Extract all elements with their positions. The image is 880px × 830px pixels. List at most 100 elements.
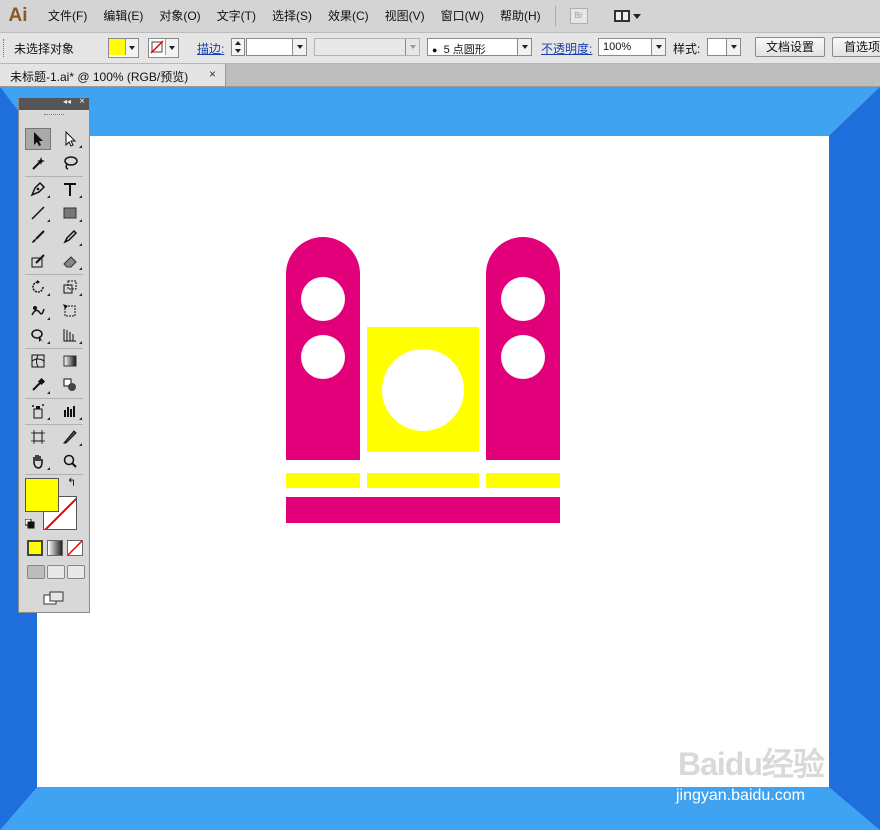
menu-object[interactable]: 对象(O) — [151, 0, 208, 32]
document-setup-button[interactable]: 文档设置 — [755, 37, 825, 57]
gradient-tool-icon[interactable] — [57, 350, 83, 372]
slice-tool-icon[interactable] — [57, 426, 83, 448]
color-mode-button[interactable] — [27, 540, 43, 556]
screen-mode-icon[interactable] — [43, 590, 65, 606]
tools-panel: ◂◂ × ↰ — [18, 96, 90, 613]
menu-effect[interactable]: 效果(C) — [320, 0, 377, 32]
fill-color-swatch[interactable] — [25, 478, 59, 512]
default-fill-stroke-icon[interactable] — [24, 518, 35, 529]
stroke-color-dropdown[interactable] — [148, 38, 179, 58]
menu-select[interactable]: 选择(S) — [264, 0, 320, 32]
chevron-down-icon — [726, 39, 740, 55]
menu-help[interactable]: 帮助(H) — [492, 0, 549, 32]
selection-tool-icon[interactable] — [25, 128, 51, 150]
stroke-weight-stepper[interactable] — [231, 38, 245, 56]
chevron-down-icon — [126, 39, 138, 57]
eraser-tool-icon[interactable] — [57, 250, 83, 272]
close-icon[interactable]: × — [79, 96, 85, 107]
lasso-tool-icon[interactable] — [57, 152, 83, 174]
panel-grip-icon[interactable] — [44, 114, 64, 123]
blend-tool-icon[interactable] — [57, 374, 83, 396]
artboard-tool-icon[interactable] — [25, 426, 51, 448]
column-graph-tool-icon[interactable] — [57, 400, 83, 422]
draw-behind-icon[interactable] — [47, 565, 65, 579]
watermark-url: jingyan.baidu.com — [676, 787, 805, 804]
gradient-mode-button[interactable] — [47, 540, 63, 556]
watermark: Baidu经验 jingyan.baidu.com — [674, 737, 854, 817]
rotate-tool-icon[interactable] — [25, 276, 51, 298]
menu-edit[interactable]: 编辑(E) — [95, 0, 151, 32]
style-label: 样式: — [673, 42, 701, 56]
blob-brush-tool-icon[interactable] — [25, 250, 51, 272]
bridge-button[interactable]: Br — [569, 8, 588, 24]
mesh-tool-icon[interactable] — [25, 350, 51, 372]
chevron-down-icon — [651, 39, 665, 55]
canvas-workspace[interactable]: Baidu经验 jingyan.baidu.com — [0, 87, 880, 830]
app-logo: Ai — [8, 5, 28, 26]
pen-tool-icon[interactable] — [25, 178, 51, 200]
document-tab[interactable]: 未标题-1.ai* @ 100% (RGB/预览) × — [0, 64, 226, 86]
variable-width-profile — [314, 38, 420, 56]
collapse-icon[interactable]: ◂◂ — [63, 97, 71, 106]
control-bar: 未选择对象 描边: ● 5 点圆形 不透明度: 100% 样式: 文档设置 首选… — [0, 33, 880, 64]
eyedropper-tool-icon[interactable] — [25, 374, 51, 396]
stroke-weight-field[interactable] — [246, 38, 307, 56]
watermark-logo: Baidu经验 — [678, 746, 825, 782]
chevron-down-icon — [292, 39, 306, 55]
speaker-artwork[interactable] — [37, 136, 829, 787]
right-speaker — [486, 237, 560, 460]
hand-tool-icon[interactable] — [25, 450, 51, 472]
opacity-label[interactable]: 不透明度: — [541, 40, 592, 57]
tools-panel-header[interactable]: ◂◂ × — [19, 96, 89, 110]
free-transform-tool-icon[interactable] — [57, 300, 83, 322]
chevron-down-icon — [632, 13, 641, 19]
menu-view[interactable]: 视图(V) — [377, 0, 433, 32]
magic-wand-tool-icon[interactable] — [25, 152, 51, 174]
perspective-grid-tool-icon[interactable] — [57, 324, 83, 346]
rectangle-tool-icon[interactable] — [57, 202, 83, 224]
stroke-label[interactable]: 描边: — [197, 40, 224, 57]
zoom-tool-icon[interactable] — [57, 450, 83, 472]
symbol-sprayer-tool-icon[interactable] — [25, 400, 51, 422]
brush-definition-dropdown[interactable]: ● 5 点圆形 — [427, 38, 532, 56]
left-speaker — [286, 237, 360, 460]
chevron-down-icon — [405, 39, 419, 55]
warp-tool-icon[interactable] — [25, 300, 51, 322]
brush-name: 5 点圆形 — [443, 44, 486, 56]
close-icon[interactable]: × — [209, 67, 216, 81]
pencil-tool-icon[interactable] — [57, 226, 83, 248]
none-mode-button[interactable] — [67, 540, 83, 556]
draw-normal-icon[interactable] — [27, 565, 45, 579]
chevron-down-icon — [166, 39, 178, 57]
workspace-layout-icon — [613, 10, 630, 22]
menu-separator — [554, 6, 556, 26]
line-tool-icon[interactable] — [25, 202, 51, 224]
direct-selection-tool-icon[interactable] — [57, 128, 83, 150]
brush-value: ● 5 点圆形 — [432, 41, 486, 57]
paintbrush-tool-icon[interactable] — [25, 226, 51, 248]
document-tab-bar: 未标题-1.ai* @ 100% (RGB/预览) × — [0, 64, 880, 87]
workspace-switcher[interactable] — [613, 10, 641, 22]
selection-status: 未选择对象 — [14, 42, 75, 56]
menu-bar: Ai 文件(F) 编辑(E) 对象(O) 文字(T) 选择(S) 效果(C) 视… — [0, 0, 880, 33]
shape-builder-tool-icon[interactable] — [25, 324, 51, 346]
opacity-field[interactable]: 100% — [598, 38, 666, 56]
chevron-down-icon — [517, 39, 531, 55]
menu-window[interactable]: 窗口(W) — [433, 0, 492, 32]
fill-color-dropdown[interactable] — [108, 38, 139, 58]
scale-tool-icon[interactable] — [57, 276, 83, 298]
artboard[interactable] — [37, 136, 829, 787]
preferences-button[interactable]: 首选项 — [832, 37, 880, 57]
document-tab-title: 未标题-1.ai* @ 100% (RGB/预览) — [10, 70, 189, 84]
center-yellow-box — [367, 327, 479, 452]
panel-grip-icon[interactable] — [3, 39, 7, 57]
type-tool-icon[interactable] — [57, 178, 83, 200]
graphic-style-dropdown[interactable] — [707, 38, 741, 56]
stepper-down-icon — [235, 49, 241, 53]
menu-file[interactable]: 文件(F) — [40, 0, 95, 32]
yellow-bars — [286, 473, 560, 488]
stepper-up-icon — [235, 41, 241, 45]
swap-fill-stroke-icon[interactable]: ↰ — [67, 476, 76, 489]
draw-inside-icon[interactable] — [67, 565, 85, 579]
menu-type[interactable]: 文字(T) — [209, 0, 264, 32]
